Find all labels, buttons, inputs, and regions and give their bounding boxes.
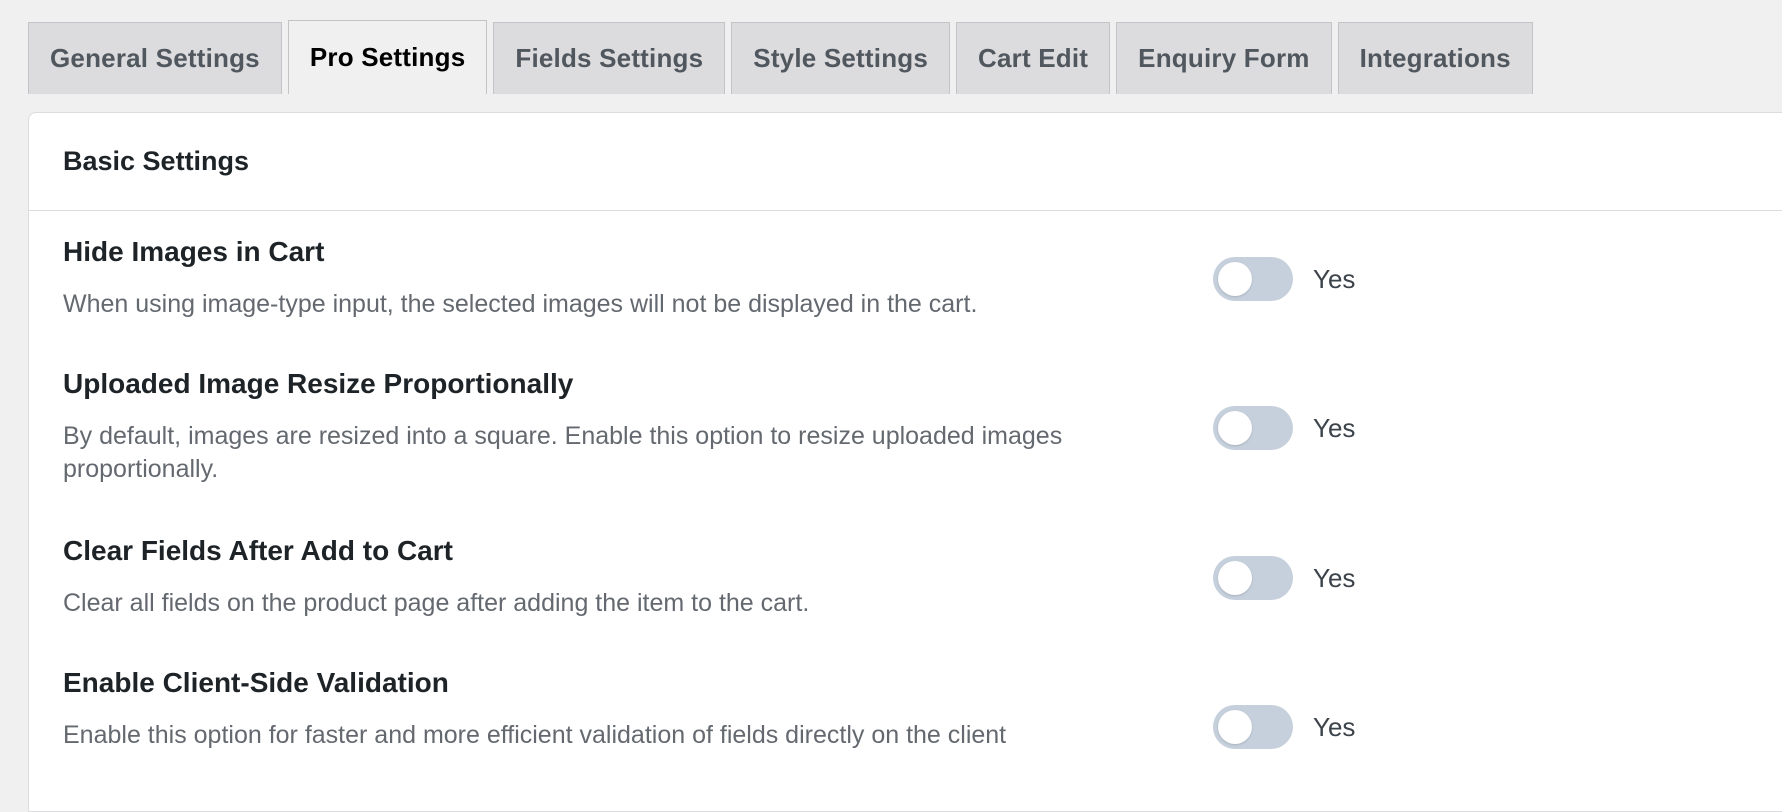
setting-title: Hide Images in Cart xyxy=(63,236,325,267)
resize-proportionally-toggle[interactable] xyxy=(1213,406,1293,450)
setting-description: Enable this option for faster and more e… xyxy=(63,721,1007,749)
toggle-knob xyxy=(1218,561,1252,595)
setting-client-side-validation: Enable Client-Side Validation Enable thi… xyxy=(63,665,1763,752)
toggle-knob xyxy=(1218,262,1252,296)
toggle-group-hide-images: Yes xyxy=(1213,257,1355,301)
setting-title: Uploaded Image Resize Proportionally xyxy=(63,368,574,399)
toggle-group-clear-fields: Yes xyxy=(1213,556,1355,600)
toggle-label: Yes xyxy=(1313,711,1356,742)
setting-description: Clear all fields on the product page aft… xyxy=(63,589,810,617)
toggle-label: Yes xyxy=(1313,412,1356,443)
panel-header: Basic Settings xyxy=(29,113,1782,211)
setting-uploaded-image-resize: Uploaded Image Resize Proportionally By … xyxy=(63,366,1763,486)
hide-images-toggle[interactable] xyxy=(1213,257,1293,301)
settings-panel: Basic Settings Hide Images in Cart When … xyxy=(28,112,1782,812)
toggle-group-client-validation: Yes xyxy=(1213,705,1355,749)
tab-fields-settings[interactable]: Fields Settings xyxy=(493,22,726,94)
toggle-label: Yes xyxy=(1313,562,1356,593)
toggle-knob xyxy=(1218,710,1252,744)
client-validation-toggle[interactable] xyxy=(1213,705,1293,749)
toggle-group-resize-proportionally: Yes xyxy=(1213,406,1355,450)
toggle-label: Yes xyxy=(1313,263,1356,294)
toggle-knob xyxy=(1218,411,1252,445)
clear-fields-toggle[interactable] xyxy=(1213,556,1293,600)
setting-clear-fields: Clear Fields After Add to Cart Clear all… xyxy=(63,533,1763,620)
settings-tabs: General Settings Pro Settings Fields Set… xyxy=(28,20,1533,94)
tab-general-settings[interactable]: General Settings xyxy=(28,22,282,94)
tab-style-settings[interactable]: Style Settings xyxy=(731,22,951,94)
panel-title: Basic Settings xyxy=(63,146,250,176)
tab-cart-edit[interactable]: Cart Edit xyxy=(956,22,1111,94)
tab-pro-settings[interactable]: Pro Settings xyxy=(287,20,488,94)
setting-title: Enable Client-Side Validation xyxy=(63,667,449,698)
setting-title: Clear Fields After Add to Cart xyxy=(63,535,453,566)
setting-description: By default, images are resized into a sq… xyxy=(63,422,1063,483)
setting-hide-images-in-cart: Hide Images in Cart When using image-typ… xyxy=(63,234,1763,321)
tab-integrations[interactable]: Integrations xyxy=(1337,22,1533,94)
tab-enquiry-form[interactable]: Enquiry Form xyxy=(1116,22,1332,94)
setting-description: When using image-type input, the selecte… xyxy=(63,290,978,318)
